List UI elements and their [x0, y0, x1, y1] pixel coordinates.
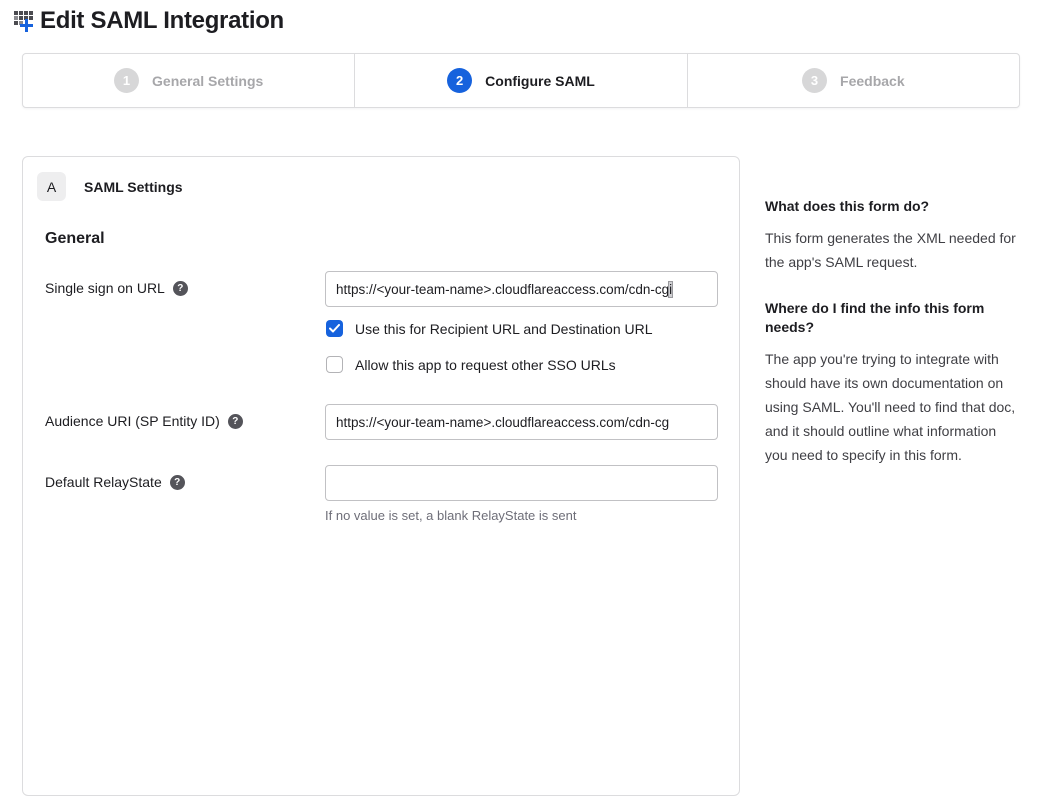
wizard-stepper: 1 General Settings 2 Configure SAML 3 Fe… [22, 53, 1020, 108]
other-sso-checkbox[interactable] [326, 356, 343, 373]
page-header: Edit SAML Integration [14, 7, 284, 35]
step-general-settings[interactable]: 1 General Settings [23, 54, 354, 107]
default-relaystate-input[interactable] [325, 465, 718, 501]
input-selected-char: i [669, 282, 672, 297]
default-relaystate-label: Default RelayState [45, 474, 162, 490]
field-audience-uri: Audience URI (SP Entity ID) ? [45, 404, 717, 440]
relaystate-helper-text: If no value is set, a blank RelayState i… [325, 508, 718, 523]
help-icon[interactable]: ? [170, 475, 185, 490]
help-sidebar: What does this form do? This form genera… [765, 197, 1017, 467]
checkmark-icon [329, 324, 340, 333]
help-icon[interactable]: ? [173, 281, 188, 296]
sidebar-paragraph-where: The app you're trying to integrate with … [765, 347, 1017, 467]
step-label: Feedback [840, 73, 905, 89]
recipient-url-checkbox-row: Use this for Recipient URL and Destinati… [326, 320, 718, 337]
section-a-badge: A [37, 172, 66, 201]
sidebar-heading-what: What does this form do? [765, 197, 1017, 216]
saml-settings-panel: A SAML Settings General Single sign on U… [22, 156, 740, 796]
audience-uri-label: Audience URI (SP Entity ID) [45, 413, 220, 429]
help-icon[interactable]: ? [228, 414, 243, 429]
step-label: Configure SAML [485, 73, 595, 89]
single-sign-on-url-label: Single sign on URL [45, 280, 165, 296]
app-grid-plus-icon [14, 9, 38, 33]
recipient-url-checkbox-label: Use this for Recipient URL and Destinati… [355, 321, 653, 337]
input-value-text: https://<your-team-name>.cloudflareacces… [336, 282, 669, 297]
step-number-badge: 1 [114, 68, 139, 93]
audience-uri-input[interactable] [325, 404, 718, 440]
step-feedback[interactable]: 3 Feedback [687, 54, 1019, 107]
step-configure-saml[interactable]: 2 Configure SAML [354, 54, 686, 107]
general-group-heading: General [45, 230, 717, 248]
other-sso-checkbox-row: Allow this app to request other SSO URLs [326, 356, 718, 373]
step-label: General Settings [152, 73, 263, 89]
other-sso-checkbox-label: Allow this app to request other SSO URLs [355, 357, 616, 373]
step-number-badge: 3 [802, 68, 827, 93]
single-sign-on-url-input[interactable]: https://<your-team-name>.cloudflareacces… [325, 271, 718, 307]
recipient-url-checkbox[interactable] [326, 320, 343, 337]
edit-saml-integration-page: Edit SAML Integration 1 General Settings… [0, 0, 1063, 515]
field-single-sign-on-url: Single sign on URL ? https://<your-team-… [45, 271, 717, 373]
sidebar-paragraph-what: This form generates the XML needed for t… [765, 226, 1017, 274]
section-title: SAML Settings [84, 179, 183, 195]
sidebar-heading-where: Where do I find the info this form needs… [765, 299, 1017, 337]
step-number-badge: 2 [447, 68, 472, 93]
page-title: Edit SAML Integration [40, 7, 284, 35]
section-header: A SAML Settings [37, 172, 717, 201]
field-default-relaystate: Default RelayState ? If no value is set,… [45, 465, 717, 523]
